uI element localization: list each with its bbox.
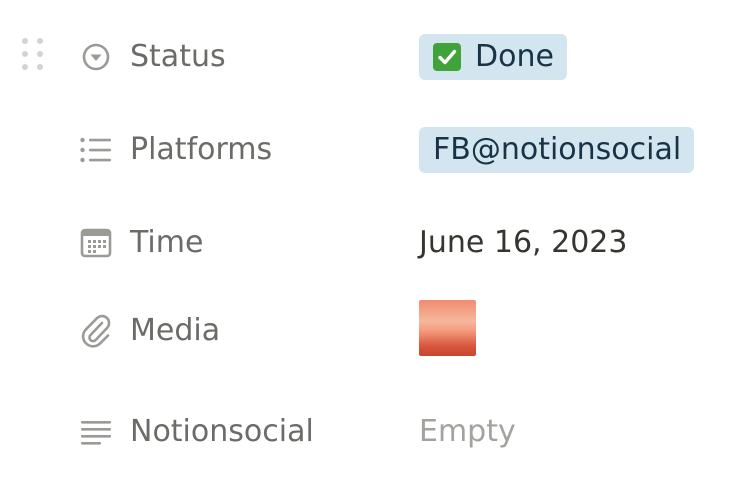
- platforms-value[interactable]: FB@notionsocial: [419, 127, 695, 173]
- status-tag-label: Done: [475, 39, 554, 74]
- notionsocial-value[interactable]: Empty: [419, 414, 516, 450]
- property-name-platforms: Platforms: [130, 132, 273, 167]
- paperclip-icon: [78, 313, 114, 349]
- time-value[interactable]: June 16, 2023: [419, 225, 627, 261]
- bulleted-list-icon: [78, 132, 114, 168]
- property-row-status[interactable]: Status Done: [0, 27, 741, 87]
- property-name-status: Status: [130, 39, 226, 74]
- property-name-notionsocial: Notionsocial: [130, 414, 314, 449]
- check-mark-button-emoji: [433, 43, 461, 71]
- text-lines-icon: [78, 414, 114, 450]
- property-row-platforms[interactable]: Platforms FB@notionsocial: [0, 120, 741, 180]
- calendar-icon: [78, 225, 114, 261]
- media-value[interactable]: [419, 300, 476, 356]
- status-circle-icon: [78, 39, 114, 75]
- property-row-notionsocial[interactable]: Notionsocial Empty: [0, 402, 741, 462]
- property-name-media: Media: [130, 313, 221, 348]
- property-name-time: Time: [130, 225, 204, 260]
- status-value[interactable]: Done: [419, 34, 567, 80]
- property-row-media[interactable]: Media: [0, 298, 741, 358]
- status-tag[interactable]: Done: [419, 34, 567, 80]
- media-thumbnail-image[interactable]: [419, 300, 476, 356]
- property-row-time[interactable]: Time June 16, 2023: [0, 213, 741, 273]
- platform-tag[interactable]: FB@notionsocial: [419, 127, 695, 173]
